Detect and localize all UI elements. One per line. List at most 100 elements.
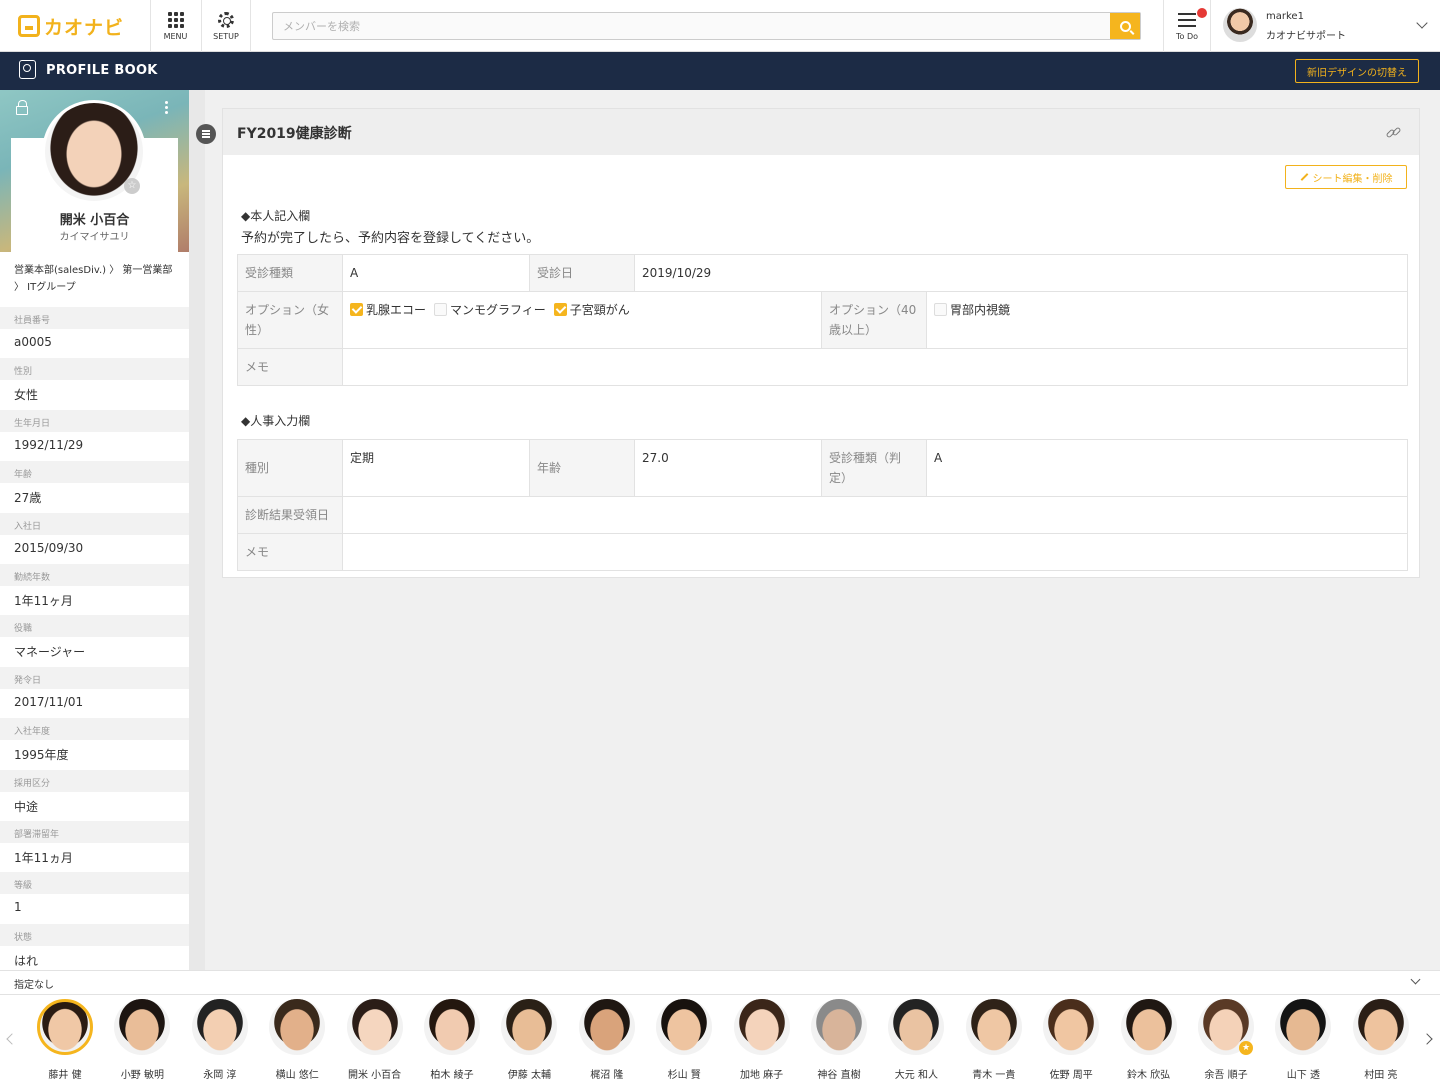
- option-label: マンモグラフィー: [450, 303, 546, 317]
- profile-card: ☆ 開米 小百合 カイマイサユリ: [0, 90, 189, 252]
- favorite-star-icon: ★: [1239, 1041, 1253, 1055]
- member-card[interactable]: 青木 一貴: [955, 999, 1033, 1081]
- member-avatar: [733, 999, 790, 1055]
- field-value: 2017/11/01: [14, 694, 84, 709]
- member-card[interactable]: 永岡 淳: [181, 999, 259, 1081]
- member-card[interactable]: 鈴木 欣弘: [1110, 999, 1188, 1081]
- judge-label: 受診種類（判定）: [821, 439, 927, 497]
- section-self-note: 予約が完了したら、予約内容を登録してください。: [241, 231, 540, 246]
- department-breadcrumb[interactable]: 営業本部(salesDiv.) 〉 第一営業部 〉 ITグループ: [14, 262, 179, 296]
- link-icon[interactable]: [1385, 125, 1402, 141]
- edit-sheet-button[interactable]: シート編集・削除: [1285, 165, 1407, 189]
- member-card[interactable]: 伊藤 太輔: [490, 999, 568, 1081]
- user-menu-chevron-down-icon[interactable]: [1416, 17, 1428, 29]
- member-filter-bar[interactable]: 指定なし: [0, 970, 1440, 994]
- user-avatar[interactable]: [1223, 8, 1257, 42]
- member-avatar: [1275, 999, 1332, 1055]
- field-value: 1: [14, 900, 22, 915]
- self-entry-table: 受診種類 A 受診日 2019/10/29 オプション（女性） 乳腺エコー マンモ…: [237, 254, 1408, 386]
- scroll-left-icon[interactable]: [6, 1033, 18, 1045]
- section-self-title: ◆本人記入欄: [241, 209, 311, 223]
- filter-chevron-down-icon[interactable]: [1410, 974, 1421, 985]
- lock-icon[interactable]: [16, 100, 28, 115]
- member-avatar: [1043, 999, 1100, 1055]
- search-input[interactable]: [273, 13, 1111, 39]
- exam-type-label: 受診種類: [237, 254, 343, 292]
- member-avatar: [811, 999, 867, 1055]
- member-card[interactable]: 梶沼 隆: [568, 999, 646, 1081]
- scroll-right-icon[interactable]: [1421, 1033, 1433, 1045]
- option-female-label: オプション（女性）: [237, 291, 343, 349]
- checkbox-checked-icon: [350, 303, 363, 316]
- option-label: 子宮頸がん: [569, 303, 630, 317]
- panel-gutter: [189, 90, 205, 970]
- member-avatar: [656, 999, 713, 1055]
- field-value: 1年11ヵ月: [14, 851, 73, 865]
- member-card[interactable]: 大元 和人: [877, 999, 955, 1081]
- more-options-icon[interactable]: [165, 101, 168, 114]
- age-value[interactable]: 27.0: [634, 439, 822, 497]
- exam-type-value[interactable]: A: [342, 254, 530, 292]
- exam-date-value[interactable]: 2019/10/29: [634, 254, 1408, 292]
- memo-value[interactable]: [342, 348, 1408, 386]
- member-strip: 藤井 健 小野 敏明 永岡 淳 横山 悠仁 開米 小百合 柏木 綾子 伊藤 太輔 梶沼 隆 杉山…: [0, 994, 1440, 1084]
- logo-icon: [18, 15, 40, 37]
- favorite-star-icon[interactable]: ☆: [124, 178, 140, 194]
- field-value: 1年11ヶ月: [14, 594, 73, 608]
- member-name: 永岡 淳: [203, 1070, 237, 1081]
- menu-button[interactable]: MENU: [150, 0, 200, 52]
- member-card[interactable]: 佐野 周平: [1032, 999, 1110, 1081]
- member-card[interactable]: 藤井 健: [26, 999, 104, 1081]
- switch-design-button[interactable]: 新旧デザインの切替え: [1295, 59, 1419, 83]
- member-card[interactable]: 杉山 賢: [645, 999, 723, 1081]
- result-date-value[interactable]: [342, 496, 1408, 534]
- option-female-checkboxes: 乳腺エコー マンモグラフィー 子宮頸がん: [342, 291, 822, 349]
- member-avatar: [501, 999, 558, 1055]
- search-button[interactable]: [1110, 13, 1140, 39]
- exam-date-label: 受診日: [529, 254, 635, 292]
- option-label: 乳腺エコー: [366, 303, 427, 317]
- option-checkbox[interactable]: マンモグラフィー: [434, 300, 546, 320]
- judge-value[interactable]: A: [926, 439, 1408, 497]
- setup-button[interactable]: SETUP: [201, 0, 251, 52]
- profile-kana: カイマイサユリ: [59, 232, 130, 243]
- option-checkbox[interactable]: 胃部内視鏡: [934, 300, 1010, 320]
- kind-label: 種別: [237, 439, 343, 497]
- option-checkbox[interactable]: 乳腺エコー: [350, 300, 426, 320]
- member-avatar: [346, 999, 403, 1055]
- member-name: 佐野 周平: [1049, 1070, 1093, 1081]
- checkbox-unchecked-icon: [934, 303, 947, 316]
- member-name: 梶沼 隆: [590, 1070, 624, 1081]
- option-40-checkboxes: 胃部内視鏡: [926, 291, 1408, 349]
- kind-value[interactable]: 定期: [342, 439, 530, 497]
- app-logo[interactable]: カオナビ: [18, 10, 124, 42]
- member-card[interactable]: 小野 敏明: [103, 999, 181, 1081]
- member-card[interactable]: 山下 透: [1264, 999, 1342, 1081]
- pencil-icon: [1300, 173, 1308, 181]
- hr-memo-label: メモ: [237, 533, 343, 571]
- member-name: 杉山 賢: [667, 1070, 701, 1081]
- top-bar: カオナビ MENU SETUP To Do marke1 カオナビサポート: [0, 0, 1440, 52]
- member-card[interactable]: 村田 亮: [1342, 999, 1420, 1081]
- checkbox-unchecked-icon: [434, 303, 448, 316]
- member-card[interactable]: 開米 小百合: [336, 999, 414, 1081]
- search-icon: [1119, 20, 1131, 32]
- member-name: 藤井 健: [48, 1070, 82, 1081]
- member-name: 山下 透: [1286, 1070, 1320, 1081]
- field-value: 中途: [14, 799, 39, 814]
- member-name: 鈴木 欣弘: [1127, 1070, 1171, 1081]
- hr-memo-value[interactable]: [342, 533, 1408, 571]
- member-card[interactable]: 柏木 綾子: [413, 999, 491, 1081]
- profile-panel: ☆ 開米 小百合 カイマイサユリ 営業本部(salesDiv.) 〉 第一営業部…: [0, 90, 189, 970]
- field-value: はれ: [14, 953, 39, 968]
- field-value: マネージャー: [14, 645, 86, 660]
- toggle-panel-hamburger-icon[interactable]: [196, 124, 216, 144]
- option-checkbox[interactable]: 子宮頸がん: [553, 300, 630, 320]
- member-card[interactable]: 加地 麻子: [723, 999, 801, 1081]
- member-avatar: [424, 999, 480, 1055]
- member-card[interactable]: 横山 悠仁: [258, 999, 336, 1081]
- member-card[interactable]: ★ 余吾 順子: [1187, 999, 1265, 1081]
- member-search: [272, 12, 1141, 40]
- member-card[interactable]: 神谷 直樹: [800, 999, 878, 1081]
- user-org: カオナビサポート: [1266, 31, 1346, 42]
